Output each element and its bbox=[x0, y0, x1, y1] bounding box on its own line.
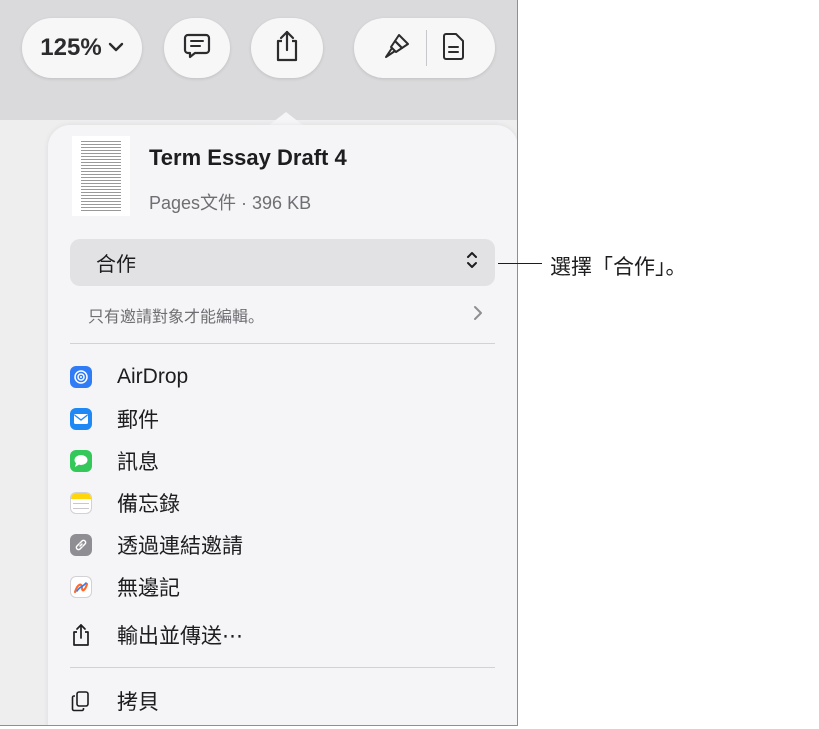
zoom-button[interactable]: 125% bbox=[22, 18, 142, 78]
chevron-right-icon bbox=[473, 305, 483, 326]
share-option-label: 無邊記 bbox=[117, 577, 180, 600]
collaborate-select[interactable]: 合作 bbox=[70, 239, 495, 286]
toolbar-separator bbox=[426, 30, 427, 66]
freeform-icon bbox=[70, 576, 92, 598]
zoom-label: 125% bbox=[40, 34, 102, 61]
document-icon[interactable] bbox=[441, 31, 467, 66]
share-option-label: 訊息 bbox=[117, 451, 159, 474]
share-option-notes[interactable]: 備忘錄 bbox=[70, 488, 180, 518]
notes-icon bbox=[70, 492, 92, 514]
share-option-freeform[interactable]: 無邊記 bbox=[70, 572, 180, 602]
share-button[interactable] bbox=[251, 18, 323, 78]
copy-icon bbox=[70, 690, 92, 712]
share-option-label: 透過連結邀請 bbox=[117, 535, 243, 558]
document-subtitle: Pages文件 · 396 KB bbox=[149, 193, 312, 213]
callout-text: 選擇「合作」。 bbox=[550, 256, 687, 279]
share-option-export[interactable]: 輸出並傳送⋯ bbox=[70, 620, 243, 650]
document-thumbnail bbox=[72, 136, 130, 216]
comment-icon bbox=[182, 31, 212, 66]
share-option-invite-link[interactable]: 透過連結邀請 bbox=[70, 530, 243, 560]
callout-line bbox=[498, 263, 542, 264]
export-icon bbox=[70, 624, 92, 646]
share-option-label: 備忘錄 bbox=[117, 493, 180, 516]
collaborate-select-value: 合作 bbox=[96, 254, 136, 276]
document-title: Term Essay Draft 4 bbox=[149, 145, 347, 170]
share-option-label: AirDrop bbox=[117, 365, 189, 388]
format-toolbar-group bbox=[354, 18, 495, 78]
share-icon bbox=[273, 29, 301, 68]
popover-arrow bbox=[268, 112, 304, 126]
comment-button[interactable] bbox=[164, 18, 230, 78]
permission-row[interactable]: 只有邀請對象才能編輯。 bbox=[88, 302, 495, 328]
up-down-chevron-icon bbox=[465, 250, 479, 276]
share-option-label: 郵件 bbox=[117, 409, 159, 432]
messages-icon bbox=[70, 450, 92, 472]
airdrop-icon bbox=[70, 366, 92, 388]
share-option-label: 輸出並傳送⋯ bbox=[117, 625, 243, 648]
share-option-mail[interactable]: 郵件 bbox=[70, 404, 159, 434]
share-option-copy[interactable]: 拷貝 bbox=[70, 686, 159, 716]
paintbrush-icon[interactable] bbox=[382, 31, 412, 66]
app-window: 125% Term Essay Draft 4 Pages文件 · 396 KB… bbox=[0, 0, 518, 726]
mail-icon bbox=[70, 408, 92, 430]
link-icon bbox=[70, 534, 92, 556]
permission-text: 只有邀請對象才能編輯。 bbox=[88, 309, 265, 326]
share-option-messages[interactable]: 訊息 bbox=[70, 446, 159, 476]
share-option-label: 拷貝 bbox=[117, 691, 159, 714]
chevron-down-icon bbox=[108, 39, 124, 57]
divider bbox=[70, 667, 495, 668]
divider bbox=[70, 343, 495, 344]
share-option-airdrop[interactable]: AirDrop bbox=[70, 362, 188, 392]
